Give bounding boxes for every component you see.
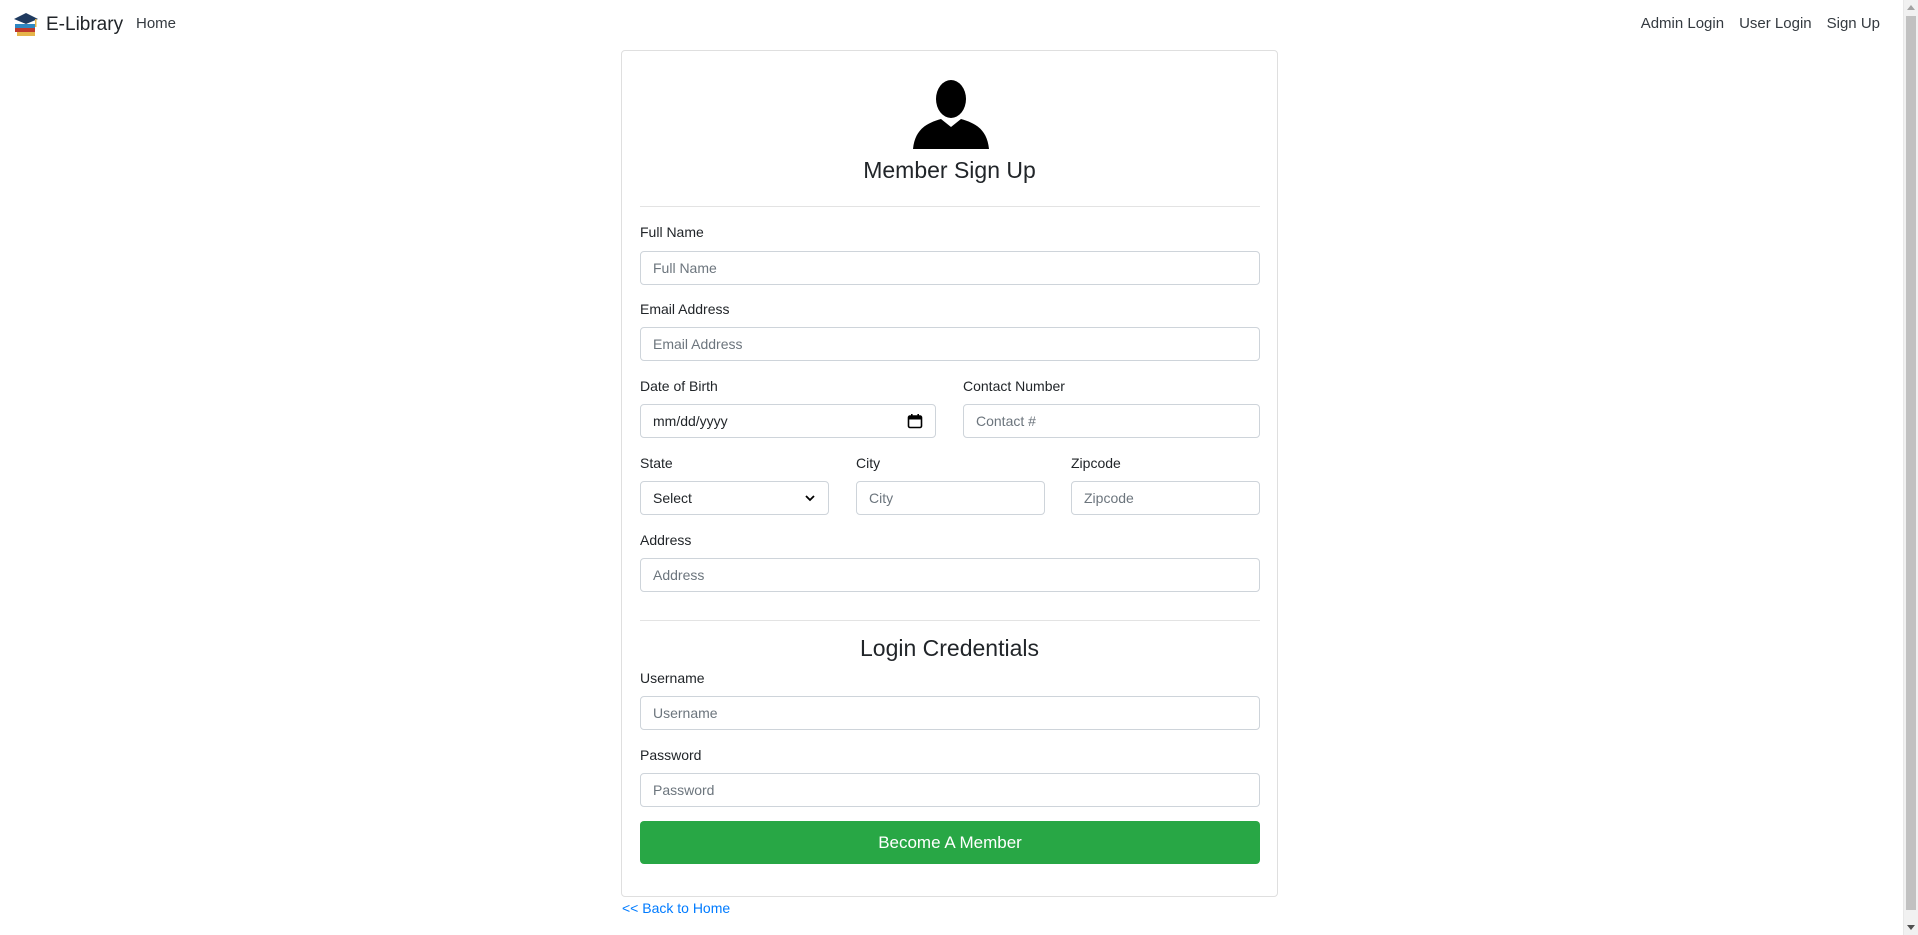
divider (640, 206, 1260, 207)
vertical-scrollbar[interactable] (1903, 0, 1918, 935)
username-label: Username (640, 670, 705, 686)
dob-placeholder: mm/dd/yyyy (653, 413, 728, 429)
zipcode-input[interactable]: Zipcode (1071, 481, 1260, 515)
city-input[interactable]: City (856, 481, 1045, 515)
contact-input[interactable]: Contact # (963, 404, 1260, 438)
state-select[interactable]: Select (640, 481, 829, 515)
scroll-up-arrow-icon[interactable] (1907, 5, 1915, 10)
city-label: City (856, 455, 881, 471)
divider (640, 620, 1260, 621)
form-title: Member Sign Up (863, 157, 1036, 183)
signup-card: Member Sign Up Full Name Full Name Email… (621, 50, 1278, 897)
full-name-input[interactable]: Full Name (640, 251, 1260, 285)
password-input[interactable]: Password (640, 773, 1260, 807)
scroll-thumb[interactable] (1906, 16, 1916, 910)
scroll-down-arrow-icon[interactable] (1907, 925, 1915, 930)
nav-home-link[interactable]: Home (136, 15, 176, 32)
nav-right-links: Admin Login User Login Sign Up (1641, 15, 1880, 32)
address-label: Address (640, 532, 692, 548)
back-to-home-link[interactable]: << Back to Home (622, 900, 730, 916)
nav-user-login-link[interactable]: User Login (1739, 15, 1812, 32)
chevron-down-icon (805, 495, 815, 502)
nav-admin-login-link[interactable]: Admin Login (1641, 15, 1724, 32)
calendar-icon[interactable] (907, 413, 923, 429)
dob-input[interactable]: mm/dd/yyyy (640, 404, 936, 438)
contact-label: Contact Number (963, 378, 1065, 394)
address-input[interactable]: Address (640, 558, 1260, 592)
books-logo-icon (14, 13, 38, 36)
dob-label: Date of Birth (640, 378, 718, 394)
zipcode-label: Zipcode (1071, 455, 1121, 471)
username-input[interactable]: Username (640, 696, 1260, 730)
state-selected-value: Select (653, 490, 692, 506)
navbar: E-Library Home Admin Login User Login Si… (0, 0, 1904, 50)
nav-sign-up-link[interactable]: Sign Up (1827, 15, 1880, 32)
email-label: Email Address (640, 301, 730, 317)
become-member-button[interactable]: Become A Member (640, 821, 1260, 864)
state-label: State (640, 455, 673, 471)
user-avatar-icon (913, 80, 989, 149)
brand-name: E-Library (46, 14, 124, 35)
full-name-label: Full Name (640, 224, 704, 240)
credentials-title: Login Credentials (859, 635, 1039, 661)
email-input[interactable]: Email Address (640, 327, 1260, 361)
password-label: Password (640, 747, 702, 763)
brand[interactable]: E-Library (12, 11, 123, 39)
